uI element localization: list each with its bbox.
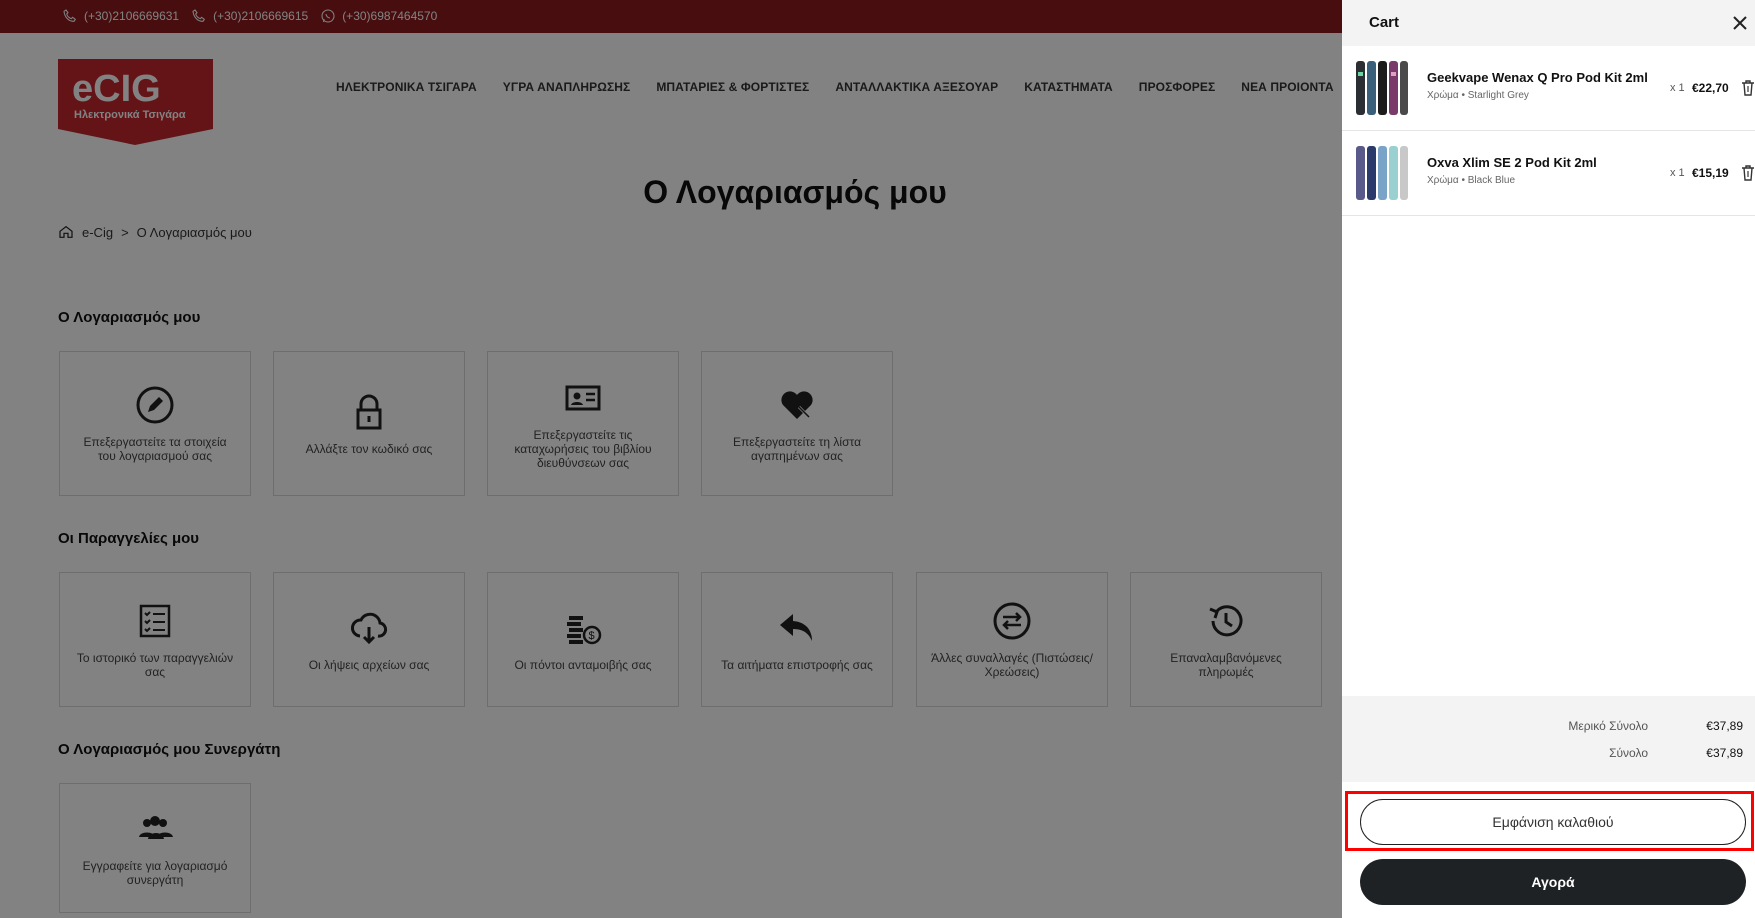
close-icon[interactable] xyxy=(1731,14,1749,32)
cart-item-variant: Χρώμα • Black Blue xyxy=(1427,175,1516,186)
subtotal-value: €37,89 xyxy=(1706,719,1743,733)
cart-title: Cart xyxy=(1369,14,1400,31)
cart-item-price: €15,19 xyxy=(1692,166,1729,180)
cart-drawer: Cart Geekvape Wenax Q Pro Pod Kit 2ml Χρ… xyxy=(1342,0,1755,918)
cart-item-name[interactable]: Oxva Xlim SE 2 Pod Kit 2ml xyxy=(1427,155,1597,170)
cart-item-price: €22,70 xyxy=(1692,81,1729,95)
view-cart-button[interactable]: Εμφάνιση καλαθιού xyxy=(1360,799,1746,845)
cart-item-variant: Χρώμα • Starlight Grey xyxy=(1427,90,1529,101)
account-page: (+30)2106669631 (+30)2106669615 (+30)698… xyxy=(0,0,1755,918)
trash-icon[interactable] xyxy=(1741,165,1755,181)
cart-header: Cart xyxy=(1342,0,1755,46)
dim-overlay[interactable] xyxy=(0,0,1342,918)
cart-item: Geekvape Wenax Q Pro Pod Kit 2ml Χρώμα •… xyxy=(1342,46,1755,131)
cart-item: Oxva Xlim SE 2 Pod Kit 2ml Χρώμα • Black… xyxy=(1342,131,1755,216)
trash-icon[interactable] xyxy=(1741,80,1755,96)
cart-item-qty: x 1 xyxy=(1670,167,1685,179)
checkout-button[interactable]: Αγορά xyxy=(1360,859,1746,905)
total-label: Σύνολο xyxy=(1609,746,1648,760)
product-thumbnail[interactable] xyxy=(1352,58,1410,118)
cart-item-name[interactable]: Geekvape Wenax Q Pro Pod Kit 2ml xyxy=(1427,70,1648,85)
total-value: €37,89 xyxy=(1706,746,1743,760)
cart-totals: Μερικό Σύνολο €37,89 Σύνολο €37,89 xyxy=(1342,696,1755,782)
subtotal-label: Μερικό Σύνολο xyxy=(1568,719,1648,733)
cart-item-qty: x 1 xyxy=(1670,82,1685,94)
product-thumbnail[interactable] xyxy=(1352,143,1410,203)
